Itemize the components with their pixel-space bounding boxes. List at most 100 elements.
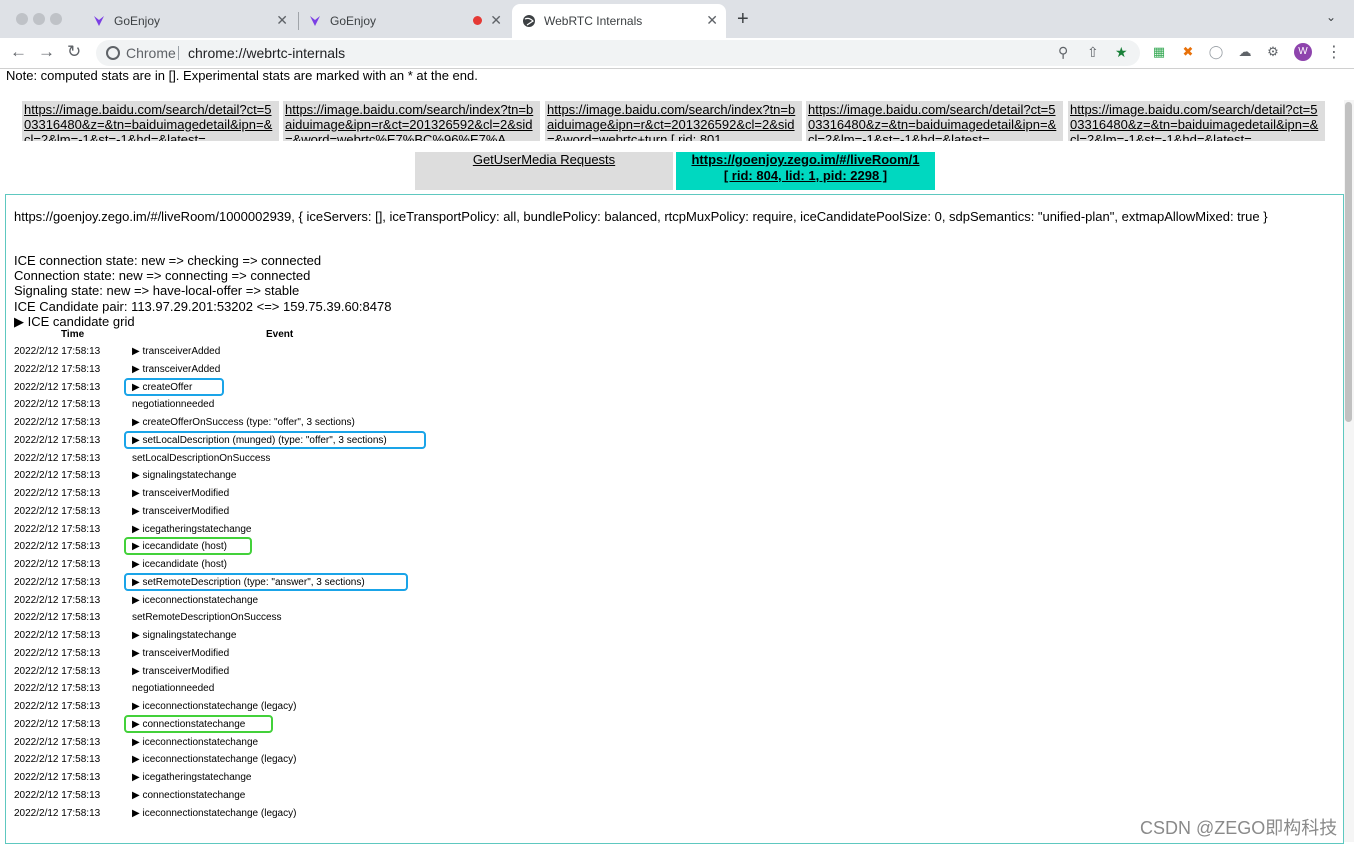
forward-icon[interactable]: → — [38, 42, 55, 62]
extensions-puzzle-icon[interactable]: ⚙ — [1265, 44, 1281, 60]
event-header: Event — [266, 329, 294, 340]
back-icon[interactable]: ← — [10, 42, 27, 62]
event-time: 2022/2/12 17:58:13 — [14, 718, 101, 730]
bookmark-star-icon[interactable]: ★ — [1115, 44, 1128, 61]
getusermedia-tab[interactable]: GetUserMedia Requests — [415, 152, 673, 190]
event-time: 2022/2/12 17:58:13 — [14, 612, 101, 624]
close-window-button[interactable] — [16, 13, 28, 25]
event-time: 2022/2/12 17:58:13 — [14, 683, 101, 695]
tab-goenjoy-2[interactable]: GoEnjoy ✕ — [308, 4, 502, 38]
highlight-box — [124, 377, 224, 396]
peer-connection-tab[interactable]: https://image.baidu.com/search/index?tn=… — [545, 101, 802, 141]
window-controls — [16, 12, 67, 30]
close-tab-icon[interactable]: ✕ — [490, 12, 502, 29]
site-info-icon[interactable] — [106, 46, 120, 60]
event-time: 2022/2/12 17:58:13 — [14, 630, 101, 641]
reload-icon[interactable]: ↻ — [67, 42, 81, 62]
tab-webrtc-internals[interactable]: WebRTC Internals ✕ — [512, 4, 726, 38]
event-name[interactable]: ▶ iceconnectionstatechange (legacy) — [132, 754, 296, 765]
globe-icon — [523, 15, 535, 27]
event-name[interactable]: ▶ signalingstatechange — [132, 630, 236, 641]
event-name[interactable]: ▶ transceiverModified — [132, 666, 229, 677]
cloud-extension-icon[interactable]: ☁ — [1237, 44, 1253, 60]
event-name[interactable]: ▶ createOfferOnSuccess (type: "offer", 3… — [132, 417, 355, 428]
connection-state: Connection state: new => connecting => c… — [14, 268, 311, 284]
zoom-icon[interactable]: ⚲ — [1058, 44, 1068, 61]
highlight-box — [124, 714, 273, 733]
menu-kebab-icon[interactable]: ⋮ — [1326, 42, 1342, 62]
peer-connection-tab[interactable]: https://image.baidu.com/search/detail?ct… — [22, 101, 279, 141]
peer-connection-tab[interactable]: https://image.baidu.com/search/index?tn=… — [283, 101, 540, 141]
ice-candidate-grid-toggle[interactable]: ▶ ICE candidate grid — [14, 314, 135, 330]
zoom-window-button[interactable] — [50, 13, 62, 25]
event-name[interactable]: ▶ signalingstatechange — [132, 470, 236, 481]
omnibox[interactable]: Chrome chrome://webrtc-internals ⚲ ⇧ ★ — [96, 40, 1140, 66]
new-tab-button[interactable]: + — [737, 8, 749, 31]
event-time: 2022/2/12 17:58:13 — [14, 452, 101, 464]
browser-toolbar: ← → ↻ Chrome chrome://webrtc-internals ⚲… — [0, 38, 1354, 69]
highlight-box — [124, 537, 252, 556]
event-time: 2022/2/12 17:58:13 — [14, 772, 101, 783]
peer-connection-tab[interactable]: https://image.baidu.com/search/detail?ct… — [806, 101, 1063, 141]
goenjoy-icon — [310, 16, 320, 26]
highlight-box — [124, 430, 426, 449]
close-tab-icon[interactable]: ✕ — [706, 12, 718, 29]
block-extension-icon[interactable]: ✖ — [1180, 44, 1196, 60]
event-name[interactable]: ▶ transceiverModified — [132, 488, 229, 499]
connection-states: ICE connection state: new => checking =>… — [14, 253, 391, 314]
event-time: 2022/2/12 17:58:13 — [14, 736, 101, 748]
event-time: 2022/2/12 17:58:13 — [14, 470, 101, 482]
site-label: Chrome — [126, 45, 176, 61]
active-peer-connection-tab[interactable]: https://goenjoy.zego.im/#/liveRoom/1 [ r… — [676, 152, 935, 190]
tab-search-chevron-icon[interactable]: ⌄ — [1326, 10, 1336, 24]
scrollbar-thumb[interactable] — [1345, 102, 1352, 422]
event-time: 2022/2/12 17:58:13 — [14, 434, 101, 446]
event-name[interactable]: ▶ connectionstatechange — [132, 790, 245, 801]
event-time: 2022/2/12 17:58:13 — [14, 789, 101, 801]
event-time: 2022/2/12 17:58:13 — [14, 576, 101, 588]
event-name[interactable]: ▶ transceiverModified — [132, 506, 229, 517]
event-time: 2022/2/12 17:58:13 — [14, 541, 101, 553]
tab-strip: GoEnjoy ✕ GoEnjoy ✕ WebRTC Internals ✕ +… — [0, 0, 1354, 38]
peer-connection-panel: https://goenjoy.zego.im/#/liveRoom/10000… — [5, 194, 1344, 844]
stats-note: Note: computed stats are in []. Experime… — [6, 68, 478, 83]
pc-config: https://goenjoy.zego.im/#/liveRoom/10000… — [14, 209, 1268, 224]
event-time: 2022/2/12 17:58:13 — [14, 381, 101, 393]
minimize-window-button[interactable] — [33, 13, 45, 25]
event-time: 2022/2/12 17:58:13 — [14, 559, 101, 570]
close-tab-icon[interactable]: ✕ — [276, 12, 288, 29]
event-name[interactable]: ▶ icecandidate (host) — [132, 559, 227, 570]
event-name[interactable]: ▶ icegatheringstatechange — [132, 524, 251, 535]
event-time: 2022/2/12 17:58:13 — [14, 594, 101, 606]
event-time: 2022/2/12 17:58:13 — [14, 417, 101, 428]
signaling-state: Signaling state: new => have-local-offer… — [14, 283, 300, 299]
goenjoy-icon — [94, 16, 104, 26]
event-time: 2022/2/12 17:58:13 — [14, 665, 101, 677]
circle-extension-icon[interactable]: ◯ — [1208, 44, 1224, 60]
event-name[interactable]: ▶ transceiverAdded — [132, 364, 220, 375]
event-time: 2022/2/12 17:58:13 — [14, 399, 101, 411]
url-text[interactable]: chrome://webrtc-internals — [188, 45, 345, 61]
profile-avatar[interactable]: W — [1294, 43, 1312, 61]
event-name[interactable]: ▶ transceiverModified — [132, 648, 229, 659]
share-icon[interactable]: ⇧ — [1087, 44, 1099, 61]
event-time: 2022/2/12 17:58:13 — [14, 701, 101, 712]
event-name[interactable]: ▶ iceconnectionstatechange (legacy) — [132, 701, 296, 712]
ice-connection-state: ICE connection state: new => checking =>… — [14, 253, 322, 268]
event-name[interactable]: ▶ iceconnectionstatechange — [132, 737, 258, 748]
event-time: 2022/2/12 17:58:13 — [14, 346, 101, 357]
event-name[interactable]: ▶ transceiverAdded — [132, 346, 220, 357]
peer-connection-tab[interactable]: https://image.baidu.com/search/detail?ct… — [1068, 101, 1325, 141]
event-name[interactable]: ▶ iceconnectionstatechange — [132, 595, 258, 606]
event-name: negotiationneeded — [132, 399, 215, 411]
qr-extension-icon[interactable]: ▦ — [1151, 44, 1167, 60]
time-header: Time — [61, 329, 85, 340]
watermark: CSDN @ZEGO即构科技 — [1140, 818, 1338, 838]
event-time: 2022/2/12 17:58:13 — [14, 807, 101, 819]
event-time: 2022/2/12 17:58:13 — [14, 647, 101, 659]
recording-icon — [473, 16, 482, 25]
event-name[interactable]: ▶ icegatheringstatechange — [132, 772, 251, 783]
tab-goenjoy-1[interactable]: GoEnjoy ✕ — [92, 4, 288, 38]
ice-candidate-pair: ICE Candidate pair: 113.97.29.201:53202 … — [14, 298, 392, 314]
event-name[interactable]: ▶ iceconnectionstatechange (legacy) — [132, 808, 296, 819]
